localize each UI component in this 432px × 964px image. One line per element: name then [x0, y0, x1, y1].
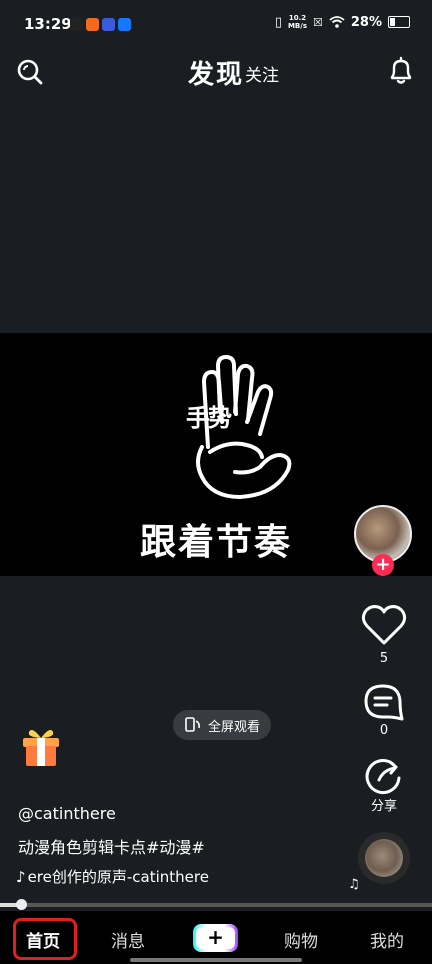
- nav-home-highlight: [13, 918, 77, 960]
- status-time: 13:29: [24, 15, 72, 33]
- app-notification-icon: [70, 18, 83, 31]
- nav-me[interactable]: 我的: [370, 927, 404, 952]
- app-notification-icon: [102, 18, 115, 31]
- page-title[interactable]: 发现: [0, 54, 432, 91]
- author-username[interactable]: @catinthere: [18, 804, 116, 823]
- status-right: ▯ 10.2 MB/s ☒ 28%: [275, 14, 410, 30]
- hand-text: 手势: [186, 404, 232, 432]
- create-plus-icon: +: [196, 927, 235, 949]
- comment-icon[interactable]: [362, 683, 404, 723]
- like-count: 5: [379, 651, 389, 666]
- nav-shop[interactable]: 购物: [284, 927, 318, 952]
- gift-icon[interactable]: [20, 724, 62, 768]
- status-app-icons: [70, 18, 131, 31]
- app-notification-icon: [118, 18, 131, 31]
- nav-messages[interactable]: 消息: [111, 927, 145, 952]
- progress-handle[interactable]: [16, 899, 27, 910]
- share-label: 分享: [370, 799, 397, 814]
- fullscreen-button[interactable]: 全屏观看: [173, 710, 272, 740]
- music-info[interactable]: ♪ ere创作的原声-catinthere: [16, 866, 216, 887]
- music-disc[interactable]: [358, 832, 410, 884]
- status-bar: 13:29 ▯ 10.2 MB/s ☒ 28%: [0, 0, 432, 50]
- follow-plus-button[interactable]: +: [372, 554, 394, 576]
- no-sim-icon: ☒: [313, 15, 323, 29]
- share-icon[interactable]: [363, 756, 403, 796]
- music-note-inline-icon: ♪: [16, 867, 26, 886]
- progress-track[interactable]: [0, 903, 432, 907]
- app-notification-icon: [86, 18, 99, 31]
- tab-follow[interactable]: 关注: [245, 61, 279, 86]
- network-speed-unit: MB/s: [287, 22, 307, 30]
- video-description[interactable]: 动漫角色剪辑卡点#动漫#: [18, 834, 205, 858]
- network-speed: 10.2 MB/s: [288, 14, 307, 30]
- rotate-screen-icon: [185, 717, 200, 732]
- heart-icon[interactable]: [361, 603, 407, 647]
- battery-icon: [388, 16, 410, 28]
- music-disc-cover: [365, 839, 403, 877]
- music-note-icon: ♫: [348, 877, 360, 892]
- wifi-icon: [329, 16, 345, 28]
- music-text: ere创作的原声-catinthere: [27, 868, 209, 886]
- bell-icon[interactable]: [386, 56, 416, 86]
- home-indicator: [130, 958, 302, 962]
- fullscreen-label: 全屏观看: [208, 719, 261, 735]
- vibrate-icon: ▯: [274, 14, 282, 30]
- create-button[interactable]: +: [193, 924, 238, 952]
- battery-percent: 28%: [350, 14, 382, 30]
- comment-count: 0: [379, 723, 389, 738]
- network-speed-value: 10.2: [288, 14, 307, 22]
